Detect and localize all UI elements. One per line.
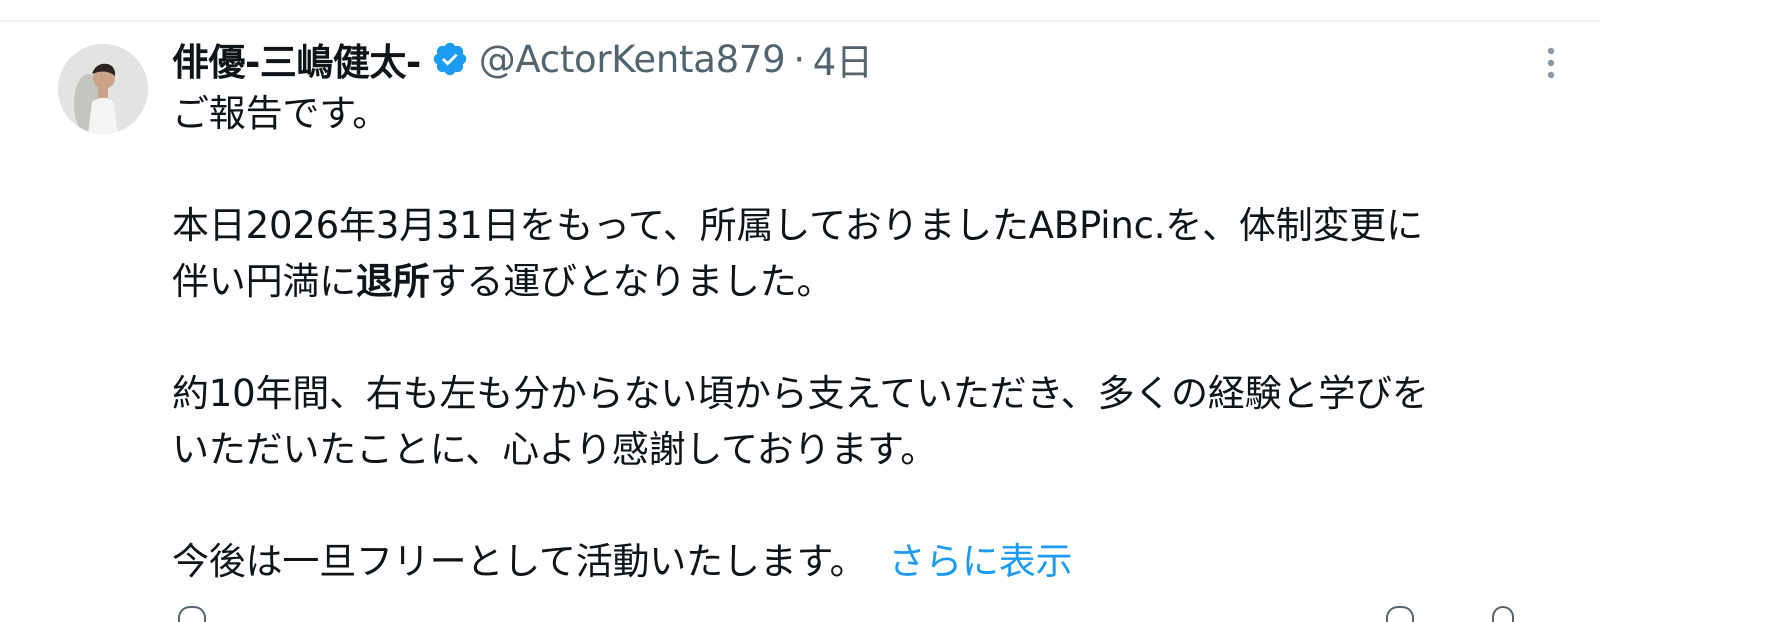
avatar-image — [58, 44, 148, 134]
avatar[interactable] — [58, 44, 148, 134]
reply-icon[interactable] — [178, 606, 206, 622]
show-more-link[interactable]: さらに表示 — [888, 540, 1072, 583]
author-handle[interactable]: @ActorKenta879 — [479, 38, 786, 81]
more-options-button[interactable] — [1536, 40, 1566, 86]
tweet-line: いただいたことに、心より感謝しております。 — [172, 428, 938, 471]
tweet-line: 本日2026年3月31日をもって、所属しておりましたABPinc.を、体制変更に — [172, 204, 1423, 247]
divider — [0, 20, 1600, 22]
tweet-text-segment: する運びとなりました。 — [429, 260, 834, 303]
author-display-name[interactable]: 俳優-三嶋健太- — [172, 32, 421, 86]
share-icon[interactable] — [1492, 606, 1514, 622]
tweet-line: ご報告です。 — [172, 92, 390, 135]
tweet-line: 今後は一旦フリーとして活動いたします。 さらに表示 — [172, 534, 1572, 590]
tweet-timestamp[interactable]: 4日 — [813, 32, 873, 86]
tweet-line: 伴い円満に退所する運びとなりました。 — [172, 254, 1572, 310]
tweet-container[interactable]: 俳優-三嶋健太- @ActorKenta879 · 4日 ご報告です。 本日20… — [0, 0, 1600, 622]
bookmark-icon[interactable] — [1386, 606, 1414, 622]
tweet-text-bold: 退所 — [356, 260, 430, 303]
more-options-icon — [1547, 47, 1555, 79]
tweet-header: 俳優-三嶋健太- @ActorKenta879 · 4日 — [172, 32, 873, 86]
tweet-text: ご報告です。 本日2026年3月31日をもって、所属しておりましたABPinc.… — [172, 86, 1572, 590]
verified-badge-icon — [431, 40, 469, 78]
tweet-text-segment: 伴い円満に — [172, 260, 356, 303]
tweet-line: 約10年間、右も左も分からない頃から支えていただき、多くの経験と学びを — [172, 372, 1429, 415]
tweet-text-segment: 今後は一旦フリーとして活動いたします。 — [172, 540, 867, 583]
separator-dot: · — [793, 37, 805, 81]
